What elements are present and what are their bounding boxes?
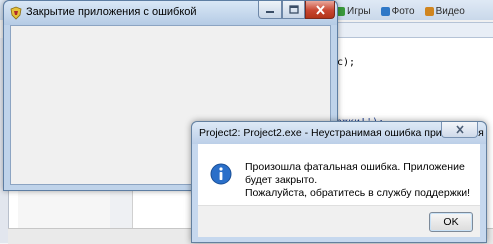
background-links: Игры Фото Видео bbox=[336, 4, 465, 18]
code-line: c); bbox=[337, 57, 356, 68]
dialog-title-bar[interactable]: Project2: Project2.exe - Неустранимая ош… bbox=[192, 122, 486, 144]
dialog-footer: OK bbox=[198, 205, 480, 237]
minimize-button[interactable] bbox=[258, 1, 282, 19]
background-editor-tabs bbox=[330, 22, 493, 38]
dialog-message: Произошла фатальная ошибка. Приложение б… bbox=[245, 161, 477, 200]
photo-link[interactable]: Фото bbox=[380, 4, 415, 18]
dialog-close-button[interactable] bbox=[441, 122, 478, 138]
dialog-message-line: Пожалуйста, обратитесь в службу поддержк… bbox=[245, 187, 471, 199]
info-icon bbox=[210, 163, 232, 185]
close-icon bbox=[455, 125, 464, 134]
form-title: Закрытие приложения с ошибкой bbox=[26, 6, 197, 18]
ok-button[interactable]: OK bbox=[429, 212, 473, 232]
games-link[interactable]: Игры bbox=[336, 4, 371, 18]
error-dialog: Project2: Project2.exe - Неустранимая ош… bbox=[191, 121, 487, 243]
close-button[interactable] bbox=[305, 1, 335, 19]
close-icon bbox=[315, 4, 325, 15]
video-icon bbox=[424, 6, 434, 16]
dialog-body: Произошла фатальная ошибка. Приложение б… bbox=[198, 144, 480, 205]
form-title-bar[interactable]: Закрытие приложения с ошибкой bbox=[4, 1, 337, 25]
maximize-button[interactable] bbox=[282, 1, 305, 19]
delphi-app-icon bbox=[10, 6, 22, 20]
dialog-message-line: Произошла фатальная ошибка. Приложение б… bbox=[245, 161, 465, 186]
photo-icon bbox=[380, 6, 390, 16]
maximize-icon bbox=[288, 5, 299, 14]
minimize-icon bbox=[266, 10, 274, 13]
video-link[interactable]: Видео bbox=[424, 4, 465, 18]
